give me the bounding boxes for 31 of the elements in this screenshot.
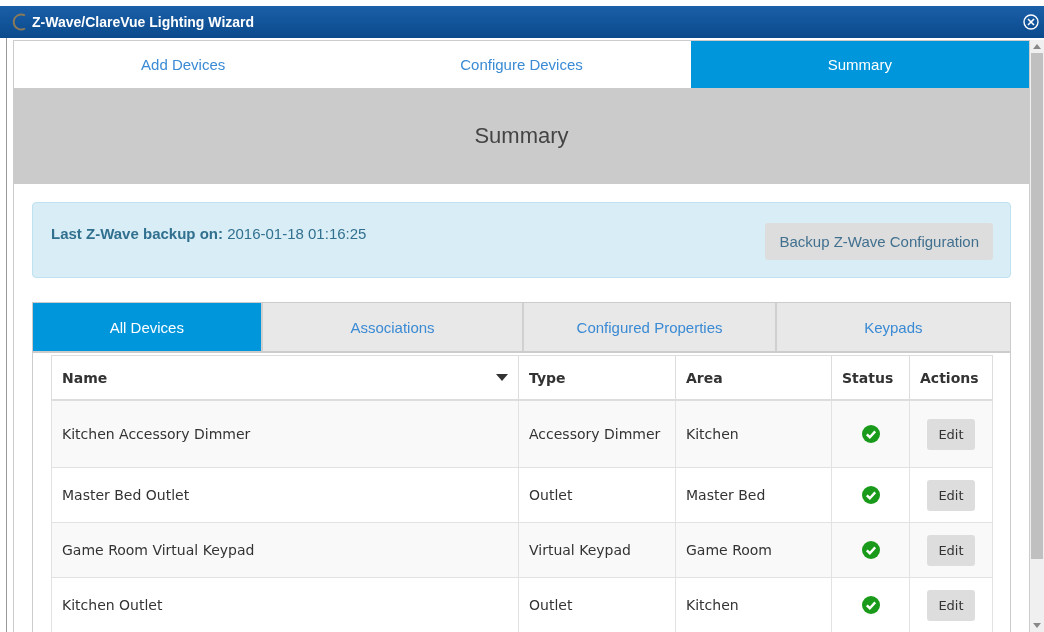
table-cell: Virtual Keypad [518, 522, 676, 578]
edit-button[interactable]: Edit [927, 479, 975, 511]
column-header-label: Name [62, 369, 108, 386]
device-tab[interactable]: Keypads [774, 303, 1010, 351]
edit-button[interactable]: Edit [927, 534, 975, 566]
close-icon[interactable] [1023, 14, 1039, 30]
backup-info-text: Last Z-Wave backup on: 2016-01-18 01:16:25 [51, 225, 367, 242]
table-cell: Game Room Virtual Keypad [51, 522, 519, 578]
scroll-down-icon[interactable] [1033, 623, 1041, 628]
edit-button[interactable]: Edit [927, 418, 975, 450]
table-cell: Outlet [518, 467, 676, 523]
backup-button[interactable]: Backup Z-Wave Configuration [765, 223, 993, 260]
scrollbar-thumb[interactable] [1031, 53, 1043, 559]
page-heading: Summary [474, 123, 569, 149]
table-cell: Kitchen Outlet [51, 577, 519, 632]
window-title: Z-Wave/ClareVue Lighting Wizard [32, 14, 256, 30]
table-cell: Master Bed [675, 467, 832, 523]
device-tab[interactable]: Associations [260, 303, 523, 351]
wizard-tab[interactable]: Summary [690, 41, 1029, 88]
table-cell: Master Bed Outlet [51, 467, 519, 523]
scroll-up-icon[interactable] [1033, 44, 1041, 49]
scrollbar[interactable] [1030, 40, 1044, 632]
edit-button[interactable]: Edit [927, 589, 975, 621]
crescent-logo-icon [12, 13, 28, 31]
table-cell: Accessory Dimmer [518, 400, 676, 468]
sort-caret-icon[interactable] [496, 374, 508, 381]
device-tab[interactable]: Configured Properties [522, 303, 775, 351]
table-cell: Kitchen Accessory Dimmer [51, 400, 519, 468]
table-cell: Game Room [675, 522, 832, 578]
table-cell: Kitchen [675, 400, 832, 468]
device-tab[interactable]: All Devices [33, 303, 261, 351]
